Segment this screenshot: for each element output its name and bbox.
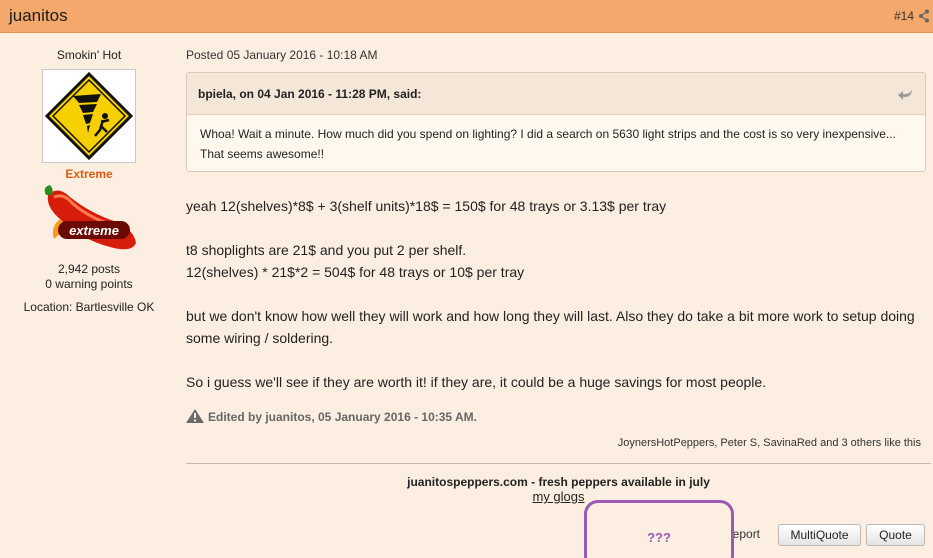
highlight-mark: ??? <box>647 530 671 545</box>
quote-citation: bpiela, on 04 Jan 2016 - 11:28 PM, said: <box>198 87 422 101</box>
edit-notice-text: Edited by juanitos, 05 January 2016 - 10… <box>208 410 477 424</box>
post-count: 2,942 posts <box>57 262 121 276</box>
warning-points: 0 warning points <box>45 277 133 291</box>
multiquote-button[interactable]: MultiQuote <box>778 524 861 546</box>
signature-line: juanitospeppers.com - fresh peppers avai… <box>407 475 710 489</box>
member-rank: Smokin' Hot <box>56 48 122 62</box>
quote-button[interactable]: Quote <box>866 524 925 546</box>
post-paragraph: but we don't know how well they will wor… <box>186 308 915 346</box>
post-paragraph: So i guess we'll see if they are worth i… <box>186 374 767 390</box>
view-quoted-post-icon[interactable] <box>897 87 915 101</box>
avatar[interactable] <box>42 69 136 163</box>
post-author-name[interactable]: juanitos <box>9 6 68 26</box>
likes-summary[interactable]: JoynersHotPeppers, Peter S, SavinaRed an… <box>618 437 921 449</box>
author-profile-panel: Smokin' Hot Extreme extreme 2,942 posts … <box>0 33 178 558</box>
post-date: Posted 05 January 2016 - 10:18 AM <box>186 48 378 62</box>
share-icon[interactable] <box>918 9 930 23</box>
post-paragraph: 12(shelves) * 21$*2 = 504$ for 48 trays … <box>186 264 525 280</box>
quote-block: bpiela, on 04 Jan 2016 - 11:28 PM, said:… <box>186 72 926 172</box>
highlight-box: ??? <box>584 500 734 558</box>
post-header: juanitos #14 <box>0 0 933 33</box>
chili-pepper-icon: extreme <box>44 185 136 250</box>
tornado-warning-sign-icon <box>44 71 134 161</box>
edit-notice: Edited by juanitos, 05 January 2016 - 10… <box>186 409 477 424</box>
quote-text: Whoa! Wait a minute. How much did you sp… <box>200 127 896 161</box>
badge-text: extreme <box>69 223 119 238</box>
signature-divider <box>186 463 931 464</box>
warning-triangle-icon <box>186 409 204 423</box>
member-location: Location: Bartlesville OK <box>23 300 155 314</box>
signature-link-container: my glogs <box>186 489 931 504</box>
member-group: Extreme <box>65 167 113 181</box>
quote-header: bpiela, on 04 Jan 2016 - 11:28 PM, said: <box>187 73 925 115</box>
post-paragraph: yeah 12(shelves)*8$ + 3(shelf units)*18$… <box>186 198 667 214</box>
post-paragraph: t8 shoplights are 21$ and you put 2 per … <box>186 242 467 258</box>
my-glogs-link[interactable]: my glogs <box>532 489 584 504</box>
post-number-link[interactable]: #14 <box>894 9 914 23</box>
